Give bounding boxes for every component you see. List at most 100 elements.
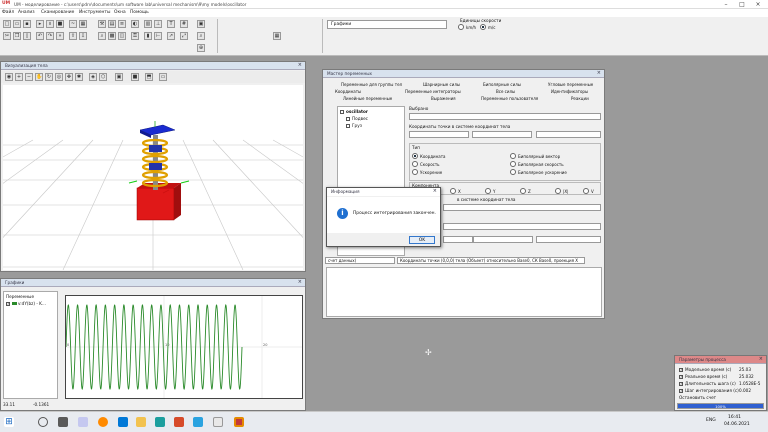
save-icon[interactable]: ▪ — [23, 20, 31, 28]
text-icon[interactable]: T — [167, 20, 175, 28]
zoom-out-icon[interactable]: − — [25, 73, 33, 81]
app-icon[interactable] — [155, 417, 165, 427]
coord-x-field[interactable] — [409, 131, 469, 138]
light-icon[interactable]: ✱ — [75, 73, 83, 81]
menu-windows[interactable]: Окна — [114, 10, 126, 15]
type-bipolar-velocity-radio[interactable]: Биполярная скорость — [510, 161, 564, 167]
bar-icon[interactable]: ▮ — [144, 32, 152, 40]
tab-linear-vars[interactable]: Линейные переменные — [343, 96, 392, 101]
menu-analysis[interactable]: Анализ — [18, 10, 35, 15]
component-v-radio[interactable]: V — [583, 188, 594, 194]
tab-reactions[interactable]: Реакции — [571, 96, 589, 101]
close-icon[interactable]: × — [298, 279, 302, 285]
copy-icon[interactable]: ❐ — [13, 32, 21, 40]
speed-ms-radio[interactable]: m/c — [480, 24, 495, 30]
solid-cube-icon[interactable]: ■ — [131, 73, 139, 81]
frame-icon[interactable]: ⬒ — [145, 73, 153, 81]
wire-icon[interactable]: ⬡ — [99, 73, 107, 81]
app-icon[interactable] — [213, 417, 223, 427]
tree-checkbox[interactable] — [340, 110, 344, 114]
import-icon[interactable]: ⇩ — [79, 32, 87, 40]
axis-icon[interactable]: ⊢ — [154, 32, 162, 40]
search-icon[interactable] — [38, 417, 48, 427]
component-y-radio[interactable]: Y — [485, 188, 495, 194]
tab-user-vars[interactable]: Переменные пользователя — [481, 96, 538, 101]
scale-icon[interactable]: ⤢ — [180, 32, 188, 40]
tab-identifiers[interactable]: Идентификаторы — [551, 89, 588, 94]
stop-button[interactable]: Остановить счет — [679, 395, 765, 400]
selected-field[interactable] — [409, 113, 601, 120]
fit-icon[interactable]: ◈ — [89, 73, 97, 81]
windows-start-icon[interactable]: ⊞ — [4, 417, 14, 427]
plot-area[interactable]: 0 10 20 — [65, 295, 303, 399]
close-icon[interactable]: × — [597, 70, 601, 76]
point-z-field[interactable] — [536, 236, 601, 243]
hist-icon[interactable]: ▥ — [144, 20, 152, 28]
tree-checkbox[interactable] — [346, 124, 350, 128]
minimize-icon[interactable]: – — [718, 1, 734, 8]
system-select[interactable] — [443, 204, 601, 211]
type-velocity-radio[interactable]: Скорость — [412, 161, 440, 167]
speed-kmh-radio[interactable]: km/h — [458, 24, 476, 30]
explorer-icon[interactable] — [136, 417, 146, 427]
app-icon[interactable] — [78, 417, 88, 427]
param-checkbox[interactable] — [679, 367, 683, 372]
menu-file[interactable]: Файл — [2, 10, 14, 15]
close-icon[interactable]: × — [750, 1, 766, 8]
param-icon[interactable]: ▩ — [108, 32, 116, 40]
view-icon[interactable]: ◫ — [118, 32, 126, 40]
coord-z-field[interactable] — [536, 131, 601, 138]
app-icon[interactable] — [193, 417, 203, 427]
cube-icon[interactable]: ▣ — [115, 73, 123, 81]
coord-y-field[interactable] — [472, 131, 532, 138]
play-icon[interactable]: ▸ — [36, 20, 44, 28]
step-icon[interactable]: » — [56, 32, 64, 40]
list-icon[interactable]: ≡ — [118, 20, 126, 28]
pan-icon[interactable]: ✥ — [65, 73, 73, 81]
lang-indicator[interactable]: ENG — [706, 418, 716, 423]
tab-angular-vars[interactable]: Угловые переменные — [548, 82, 593, 87]
param-checkbox[interactable] — [679, 388, 683, 393]
scene-view[interactable] — [3, 85, 303, 270]
zoom-in-icon[interactable]: + — [15, 73, 23, 81]
undo-icon[interactable]: ↶ — [36, 32, 44, 40]
pause-icon[interactable]: ॥ — [46, 20, 54, 28]
graph-select[interactable]: Графики — [327, 20, 447, 29]
grid-icon[interactable]: # — [180, 20, 188, 28]
close-icon[interactable]: × — [298, 62, 302, 68]
measure-icon[interactable]: ⊥ — [154, 20, 162, 28]
menu-tools[interactable]: Инструменты — [79, 10, 110, 15]
stop-icon[interactable]: ■ — [56, 20, 64, 28]
tree-item[interactable]: Груз — [346, 123, 362, 128]
tree-checkbox[interactable] — [346, 117, 350, 121]
tab-expressions[interactable]: Выражения — [431, 96, 456, 101]
app-icon[interactable] — [98, 417, 108, 427]
tree-item[interactable]: Подвес — [346, 116, 368, 121]
app-icon[interactable] — [174, 417, 184, 427]
layout-icon[interactable]: ▦ — [273, 32, 281, 40]
tree-root[interactable]: oscillator — [340, 109, 368, 114]
tab-group-vars[interactable]: Переменные для группы тел — [341, 82, 402, 87]
close-icon[interactable]: × — [759, 356, 763, 362]
param-checkbox[interactable] — [679, 374, 683, 379]
tab-coordinates[interactable]: Координаты — [335, 89, 361, 94]
anim-icon[interactable]: ◐ — [131, 20, 139, 28]
vector-icon[interactable]: ↗ — [167, 32, 175, 40]
close-icon[interactable]: × — [433, 188, 437, 194]
maximize-icon[interactable]: □ — [734, 1, 750, 8]
edge-icon[interactable] — [118, 417, 128, 427]
chart-icon[interactable]: ▤ — [108, 20, 116, 28]
var-item[interactable]: v:dY(bz) - K... — [6, 301, 46, 306]
point-y-field[interactable] — [473, 236, 533, 243]
zoom-icon[interactable]: ⊕ — [197, 44, 205, 52]
var-list-area[interactable] — [326, 267, 602, 317]
open-icon[interactable]: ▭ — [13, 20, 21, 28]
menu-help[interactable]: Помощь — [130, 10, 149, 15]
var-checkbox[interactable] — [6, 301, 10, 306]
graph-icon[interactable]: ~ — [69, 20, 77, 28]
point-select[interactable] — [443, 223, 601, 230]
type-accel-radio[interactable]: Ускорение — [412, 169, 442, 175]
menu-scan[interactable]: Сканирование — [41, 10, 74, 15]
type-bipolar-vector-radio[interactable]: Биполярный вектор — [510, 153, 560, 159]
hand-icon[interactable]: ✋ — [35, 73, 43, 81]
